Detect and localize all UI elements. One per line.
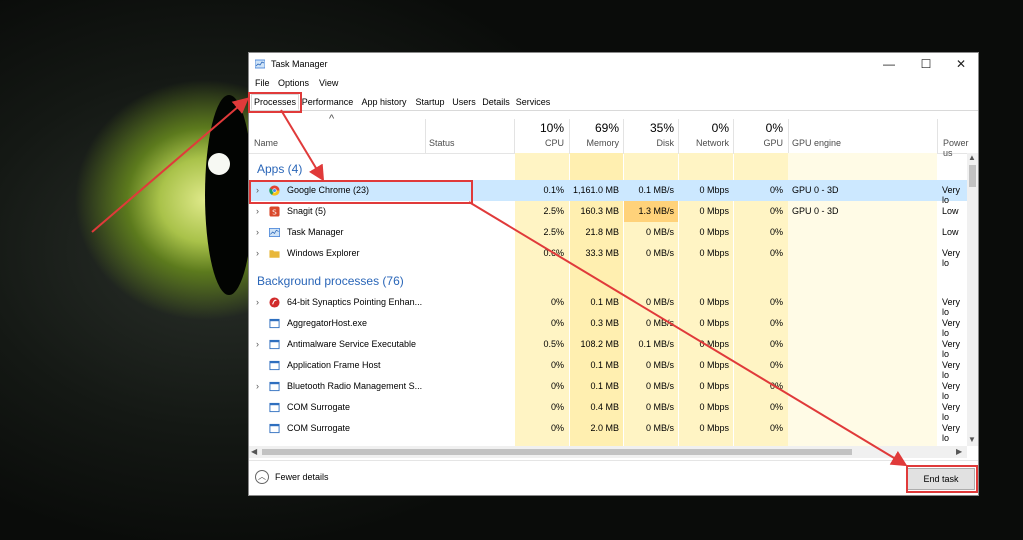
annotation-arrows: [91, 97, 908, 467]
arrow-to-chrome-row: [280, 109, 325, 182]
arrow-to-processes-tab: [91, 97, 250, 233]
arrow-to-end-task: [468, 201, 908, 467]
